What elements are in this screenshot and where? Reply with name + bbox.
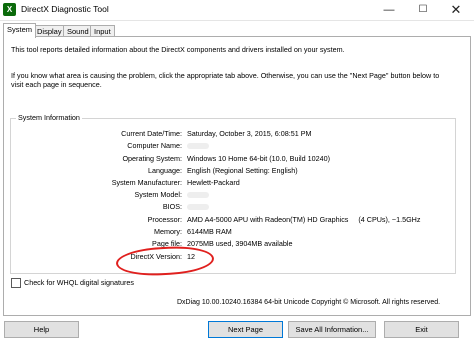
info-label: Memory:	[154, 227, 182, 236]
info-label: Page file:	[152, 239, 182, 248]
system-information-legend: System Information	[16, 113, 82, 122]
info-row-directx-version: DirectX Version: 12	[11, 252, 455, 262]
window-title: DirectX Diagnostic Tool	[21, 4, 109, 14]
whql-checkbox[interactable]	[11, 278, 21, 288]
exit-button[interactable]: Exit	[384, 321, 459, 338]
info-label: System Model:	[134, 190, 182, 199]
info-row: BIOS:	[11, 202, 455, 212]
info-label: DirectX Version:	[130, 252, 182, 261]
close-icon[interactable]: ✕	[438, 0, 474, 20]
info-row: System Manufacturer: Hewlett-Packard	[11, 178, 455, 188]
save-all-information-button[interactable]: Save All Information...	[288, 321, 376, 338]
minimize-icon[interactable]: —	[371, 0, 407, 20]
help-button[interactable]: Help	[4, 321, 79, 338]
info-value: Saturday, October 3, 2015, 6:08:51 PM	[187, 129, 312, 138]
info-row: Computer Name:	[11, 141, 455, 151]
info-value: 6144MB RAM	[187, 227, 232, 236]
info-row: Memory: 6144MB RAM	[11, 227, 455, 237]
info-label: Language:	[148, 166, 182, 175]
info-value: English (Regional Setting: English)	[187, 166, 298, 175]
title-bar: X DirectX Diagnostic Tool — ☐ ✕	[0, 0, 474, 21]
next-page-button[interactable]: Next Page	[208, 321, 283, 338]
info-value: 12	[187, 252, 195, 261]
info-row: Current Date/Time: Saturday, October 3, …	[11, 129, 455, 139]
system-information-group: System Information Current Date/Time: Sa…	[10, 113, 456, 274]
tab-system[interactable]: System	[3, 23, 37, 38]
info-row: Operating System: Windows 10 Home 64-bit…	[11, 154, 455, 164]
info-row: Processor: AMD A4-5000 APU with Radeon(T…	[11, 215, 455, 225]
info-label: Current Date/Time:	[121, 129, 182, 138]
system-tab-panel: This tool reports detailed information a…	[3, 36, 471, 316]
intro-instructions: If you know what area is causing the pro…	[11, 71, 440, 89]
redacted-mark	[187, 192, 209, 199]
info-value-redacted	[187, 202, 209, 211]
info-value-redacted	[187, 190, 209, 199]
info-row: Language: English (Regional Setting: Eng…	[11, 166, 455, 176]
maximize-icon[interactable]: ☐	[405, 0, 441, 20]
info-label: System Manufacturer:	[111, 178, 182, 187]
copyright-text: DxDiag 10.00.10240.16384 64-bit Unicode …	[177, 299, 441, 306]
whql-checkbox-label[interactable]: Check for WHQL digital signatures	[24, 278, 134, 287]
info-label: BIOS:	[162, 202, 182, 211]
info-row: System Model:	[11, 190, 455, 200]
info-label: Processor:	[147, 215, 182, 224]
info-value: Windows 10 Home 64-bit (10.0, Build 1024…	[187, 154, 331, 163]
redacted-mark	[187, 204, 209, 211]
info-value: Hewlett-Packard	[187, 178, 240, 187]
intro-text: This tool reports detailed information a…	[11, 45, 345, 54]
tab-bar: System Display Sound Input	[0, 22, 474, 38]
redacted-mark	[187, 143, 209, 150]
info-row: Page file: 2075MB used, 3904MB available	[11, 239, 455, 249]
info-label: Operating System:	[122, 154, 182, 163]
info-value: 2075MB used, 3904MB available	[187, 239, 293, 248]
directx-app-icon: X	[3, 3, 16, 16]
info-label: Computer Name:	[127, 141, 182, 150]
info-value-redacted	[187, 141, 209, 150]
info-value: AMD A4-5000 APU with Radeon(TM) HD Graph…	[187, 215, 421, 224]
